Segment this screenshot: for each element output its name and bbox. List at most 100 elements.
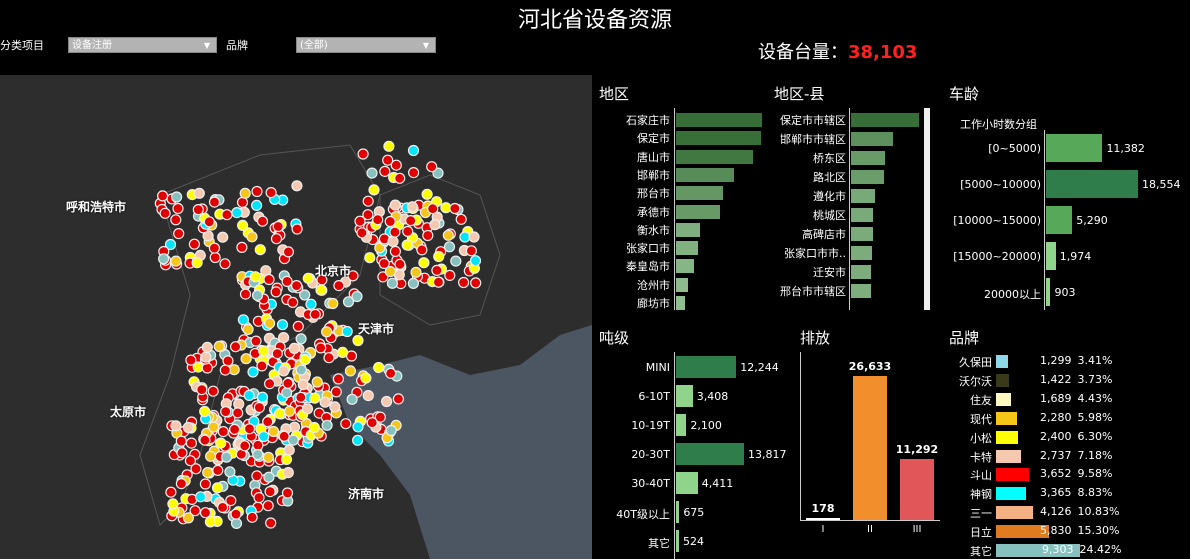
- brand-bar[interactable]: [996, 468, 1029, 482]
- map-device-marker[interactable]: [346, 393, 358, 405]
- map-device-marker[interactable]: [384, 266, 396, 278]
- brand-bar-chart[interactable]: 久保田 1,299 3.41% 沃尔沃 1,422 3.73% 住友 1,689 4.43% 现代…: [946, 352, 1190, 559]
- map-device-marker[interactable]: [468, 231, 480, 243]
- map-device-marker[interactable]: [217, 231, 229, 243]
- map-device-marker[interactable]: [171, 191, 183, 203]
- map-device-marker[interactable]: [207, 421, 220, 433]
- county-scrollbar[interactable]: [924, 108, 930, 310]
- county-bar[interactable]: [851, 113, 919, 127]
- map-device-marker[interactable]: [252, 448, 264, 461]
- map-device-marker[interactable]: [407, 277, 419, 289]
- map-device-marker[interactable]: [252, 439, 264, 451]
- map-device-marker[interactable]: [212, 464, 224, 476]
- region-bar[interactable]: [676, 296, 686, 310]
- map-device-marker[interactable]: [225, 495, 237, 507]
- map-device-marker[interactable]: [332, 373, 344, 385]
- map-device-marker[interactable]: [394, 258, 406, 270]
- map-device-marker[interactable]: [287, 434, 299, 446]
- map-device-marker[interactable]: [263, 471, 275, 483]
- map-device-marker[interactable]: [282, 377, 294, 389]
- map-device-marker[interactable]: [236, 241, 248, 253]
- map-device-marker[interactable]: [416, 244, 428, 256]
- map-device-marker[interactable]: [323, 352, 335, 364]
- map-device-marker[interactable]: [199, 434, 211, 446]
- tonnage-bar-chart[interactable]: MINI 12,244 6-10T 3,408 10-19T 2,100 20-30T 13,…: [596, 352, 796, 559]
- map-device-marker[interactable]: [246, 231, 258, 243]
- map-device-marker[interactable]: [301, 403, 314, 415]
- map-device-marker[interactable]: [295, 364, 307, 376]
- map-device-marker[interactable]: [193, 187, 205, 199]
- map-device-marker[interactable]: [201, 362, 213, 374]
- map-device-marker[interactable]: [215, 437, 227, 449]
- brand-bar[interactable]: [996, 355, 1008, 368]
- county-bar[interactable]: [851, 132, 894, 146]
- region-bar[interactable]: [676, 149, 754, 164]
- map-device-marker[interactable]: [469, 255, 482, 267]
- map-device-marker[interactable]: [263, 273, 275, 286]
- map-device-marker[interactable]: [297, 379, 309, 391]
- map-device-marker[interactable]: [199, 478, 211, 490]
- map-device-marker[interactable]: [450, 255, 462, 267]
- map-device-marker[interactable]: [200, 351, 212, 363]
- map-device-marker[interactable]: [319, 396, 331, 408]
- map-device-marker[interactable]: [182, 512, 194, 524]
- brand-filter-select[interactable]: (全部) ▼: [296, 37, 436, 53]
- map-device-marker[interactable]: [384, 215, 396, 228]
- map-device-marker[interactable]: [176, 447, 188, 459]
- map-device-marker[interactable]: [195, 491, 207, 503]
- map-device-marker[interactable]: [199, 405, 211, 418]
- county-bar[interactable]: [851, 170, 884, 184]
- map-device-marker[interactable]: [315, 284, 327, 296]
- map-device-marker[interactable]: [344, 365, 356, 377]
- age-bar[interactable]: [1046, 206, 1073, 234]
- map-device-marker[interactable]: [366, 167, 378, 179]
- map-device-marker[interactable]: [264, 378, 276, 390]
- tonnage-bar[interactable]: [676, 530, 679, 552]
- map-device-marker[interactable]: [199, 507, 212, 519]
- map-device-marker[interactable]: [262, 451, 274, 463]
- map-device-marker[interactable]: [239, 187, 251, 199]
- region-bar[interactable]: [676, 204, 720, 219]
- map-device-marker[interactable]: [207, 385, 219, 397]
- map-device-marker[interactable]: [385, 367, 397, 379]
- map-device-marker[interactable]: [309, 308, 321, 320]
- map-device-marker[interactable]: [243, 389, 255, 401]
- region-bar[interactable]: [676, 277, 689, 292]
- map-device-marker[interactable]: [444, 269, 456, 281]
- map-device-marker[interactable]: [389, 245, 401, 257]
- map-device-marker[interactable]: [291, 180, 303, 192]
- map-device-marker[interactable]: [379, 165, 391, 178]
- map-device-marker[interactable]: [250, 335, 262, 347]
- map-device-marker[interactable]: [389, 226, 401, 238]
- map-device-marker[interactable]: [280, 453, 293, 465]
- tonnage-bar[interactable]: [676, 472, 698, 494]
- region-bar[interactable]: [676, 113, 762, 127]
- brand-bar[interactable]: [996, 506, 1034, 520]
- map-device-marker[interactable]: [341, 325, 353, 338]
- map-device-marker[interactable]: [219, 258, 231, 270]
- map-device-marker[interactable]: [188, 238, 200, 250]
- map-device-marker[interactable]: [253, 492, 265, 504]
- map-device-marker[interactable]: [256, 215, 269, 227]
- map-device-marker[interactable]: [292, 320, 304, 332]
- map-device-marker[interactable]: [410, 266, 422, 278]
- map-canvas[interactable]: [0, 75, 592, 559]
- map-device-marker[interactable]: [372, 214, 384, 226]
- map-device-marker[interactable]: [208, 196, 221, 208]
- map-device-marker[interactable]: [291, 280, 303, 292]
- map-device-marker[interactable]: [239, 288, 252, 300]
- map-device-marker[interactable]: [157, 190, 169, 202]
- map-device-marker[interactable]: [281, 487, 294, 499]
- map-device-marker[interactable]: [256, 391, 269, 403]
- map-device-marker[interactable]: [258, 430, 270, 443]
- map-device-marker[interactable]: [251, 470, 263, 482]
- emission-bar[interactable]: [900, 458, 934, 520]
- map-device-marker[interactable]: [184, 455, 196, 467]
- map-device-marker[interactable]: [158, 253, 170, 265]
- map-device-marker[interactable]: [270, 286, 282, 298]
- brand-bar[interactable]: [996, 430, 1018, 444]
- map-device-marker[interactable]: [256, 360, 268, 372]
- map-device-marker[interactable]: [458, 276, 470, 289]
- brand-bar[interactable]: [996, 373, 1009, 387]
- map-device-marker[interactable]: [209, 251, 221, 264]
